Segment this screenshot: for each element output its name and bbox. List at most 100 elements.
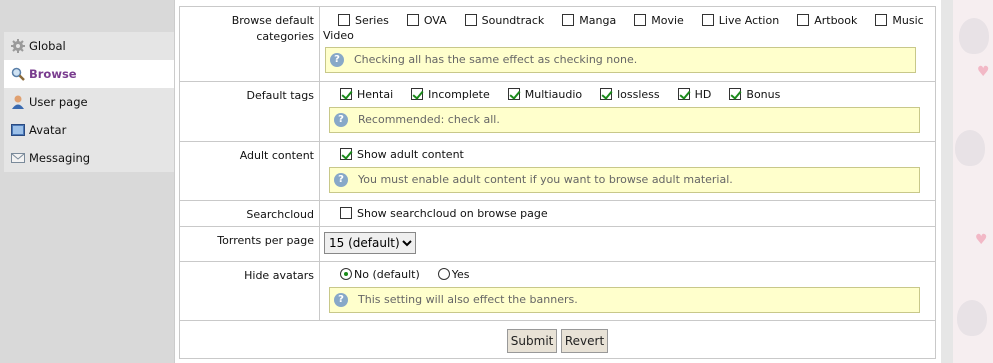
envelope-icon xyxy=(10,150,26,166)
sidebar-item-user-page[interactable]: User page xyxy=(4,88,174,116)
option-label: Music xyxy=(892,14,924,27)
submit-button[interactable]: Submit xyxy=(506,328,558,353)
info-icon: ? xyxy=(330,53,344,67)
info-note: ? You must enable adult content if you wa… xyxy=(329,167,920,193)
checkbox[interactable] xyxy=(797,14,810,26)
radio-button[interactable] xyxy=(340,268,352,280)
category-option-series[interactable]: Series xyxy=(338,13,389,29)
revert-button[interactable]: Revert xyxy=(560,328,609,353)
setting-label: Browse default categories xyxy=(179,6,320,82)
category-option-live-action[interactable]: Live Action xyxy=(701,13,780,29)
option-label: Manga xyxy=(579,14,617,27)
sidebar-item-browse[interactable]: Browse xyxy=(4,60,174,88)
checkbox[interactable] xyxy=(562,14,575,26)
setting-row-adult-content: Adult content Show adult content ? You mu… xyxy=(179,141,936,201)
magnifier-icon xyxy=(10,66,26,82)
info-icon: ? xyxy=(334,293,348,307)
hide-avatars-option-yes[interactable]: Yes xyxy=(437,267,470,283)
option-label: Show searchcloud on browse page xyxy=(357,207,548,220)
adult-content-option[interactable]: Show adult content xyxy=(324,147,931,163)
settings-table: Browse default categories Series OVA Sound… xyxy=(179,6,936,359)
option-label: OVA xyxy=(423,14,447,27)
heart-icon: ♥ xyxy=(975,232,988,248)
info-note: ? Checking all has the same effect as che… xyxy=(325,47,916,73)
setting-row-actions: Submit Revert xyxy=(179,320,936,359)
sidebar-item-label: Browse xyxy=(29,67,77,81)
tag-option-incomplete[interactable]: Incomplete xyxy=(411,87,490,103)
checkbox[interactable] xyxy=(875,14,888,26)
option-label: Live Action xyxy=(718,14,780,27)
option-label: Hentai xyxy=(357,88,394,101)
setting-row-searchcloud: Searchcloud Show searchcloud on browse p… xyxy=(179,200,936,227)
checkbox[interactable] xyxy=(340,88,352,100)
checkbox[interactable] xyxy=(677,88,690,100)
category-option-soundtrack[interactable]: Soundtrack xyxy=(464,13,545,29)
checkbox[interactable] xyxy=(634,14,647,26)
category-option-video[interactable]: Video xyxy=(320,29,931,43)
setting-label: Adult content xyxy=(179,141,320,201)
tag-option-hd[interactable]: HD xyxy=(677,87,712,103)
decorative-blob xyxy=(955,130,985,166)
sidebar-item-messaging[interactable]: Messaging xyxy=(4,144,174,172)
sidebar-item-avatar[interactable]: Avatar xyxy=(4,116,174,144)
sidebar-item-label: Messaging xyxy=(29,151,91,165)
torrents-per-page-select[interactable]: 15 (default) xyxy=(324,232,416,254)
option-label: Series xyxy=(355,14,389,27)
option-label: Incomplete xyxy=(428,88,490,101)
setting-label: Searchcloud xyxy=(179,200,320,227)
sidebar-item-label: Global xyxy=(29,39,66,53)
option-label: Show adult content xyxy=(357,148,464,161)
radio-button[interactable] xyxy=(437,268,450,280)
gear-icon xyxy=(10,38,26,54)
checkbox[interactable] xyxy=(701,14,714,26)
option-label: No (default) xyxy=(354,268,420,281)
info-icon: ? xyxy=(334,173,348,187)
category-option-artbook[interactable]: Artbook xyxy=(797,13,857,29)
option-label: Movie xyxy=(651,14,684,27)
searchcloud-option[interactable]: Show searchcloud on browse page xyxy=(324,206,931,222)
option-label: HD xyxy=(694,88,712,101)
note-text: You must enable adult content if you wan… xyxy=(358,173,733,186)
checkbox[interactable] xyxy=(340,207,352,219)
avatar-icon xyxy=(10,122,26,138)
checkbox[interactable] xyxy=(729,88,742,100)
option-label: Yes xyxy=(451,268,470,281)
option-label: lossless xyxy=(617,88,660,101)
note-text: This setting will also effect the banner… xyxy=(358,293,578,306)
setting-row-hide-avatars: Hide avatars No (default) Yes ? This setti… xyxy=(179,261,936,321)
checkbox[interactable] xyxy=(338,14,350,26)
note-text: Recommended: check all. xyxy=(358,113,500,126)
category-option-movie[interactable]: Movie xyxy=(634,13,684,29)
user-icon xyxy=(10,94,26,110)
category-option-music[interactable]: Music xyxy=(875,13,924,29)
decorative-blob xyxy=(957,300,987,336)
background-decoration: ♥ ♥ xyxy=(941,0,993,363)
option-label: Artbook xyxy=(814,14,858,27)
category-option-manga[interactable]: Manga xyxy=(562,13,616,29)
setting-row-torrents-per-page: Torrents per page 15 (default) xyxy=(179,226,936,262)
settings-sidebar: Global Browse User page Avatar Messaging xyxy=(4,32,174,172)
hide-avatars-option-no[interactable]: No (default) xyxy=(340,267,420,283)
info-note: ? This setting will also effect the banne… xyxy=(329,287,920,313)
setting-row-default-tags: Default tags Hentai Incomplete Multiaudio l… xyxy=(179,81,936,142)
sidebar-item-global[interactable]: Global xyxy=(4,32,174,60)
checkbox[interactable] xyxy=(464,14,477,26)
checkbox[interactable] xyxy=(507,88,520,100)
checkbox[interactable] xyxy=(340,148,352,160)
checkbox[interactable] xyxy=(411,88,424,100)
info-icon: ? xyxy=(334,113,348,127)
tag-option-multiaudio[interactable]: Multiaudio xyxy=(507,87,582,103)
tag-option-hentai[interactable]: Hentai xyxy=(340,87,393,103)
checkbox[interactable] xyxy=(600,88,613,100)
heart-icon: ♥ xyxy=(977,64,990,80)
tag-option-bonus[interactable]: Bonus xyxy=(729,87,780,103)
checkbox[interactable] xyxy=(406,14,419,26)
setting-row-browse-categories: Browse default categories Series OVA Sound… xyxy=(179,6,936,82)
note-text: Checking all has the same effect as chec… xyxy=(354,53,638,66)
category-option-ova[interactable]: OVA xyxy=(406,13,447,29)
option-label: Soundtrack xyxy=(481,14,545,27)
setting-label: Hide avatars xyxy=(179,261,320,321)
option-label: Bonus xyxy=(746,88,781,101)
decorative-blob xyxy=(959,18,989,54)
tag-option-lossless[interactable]: lossless xyxy=(600,87,660,103)
